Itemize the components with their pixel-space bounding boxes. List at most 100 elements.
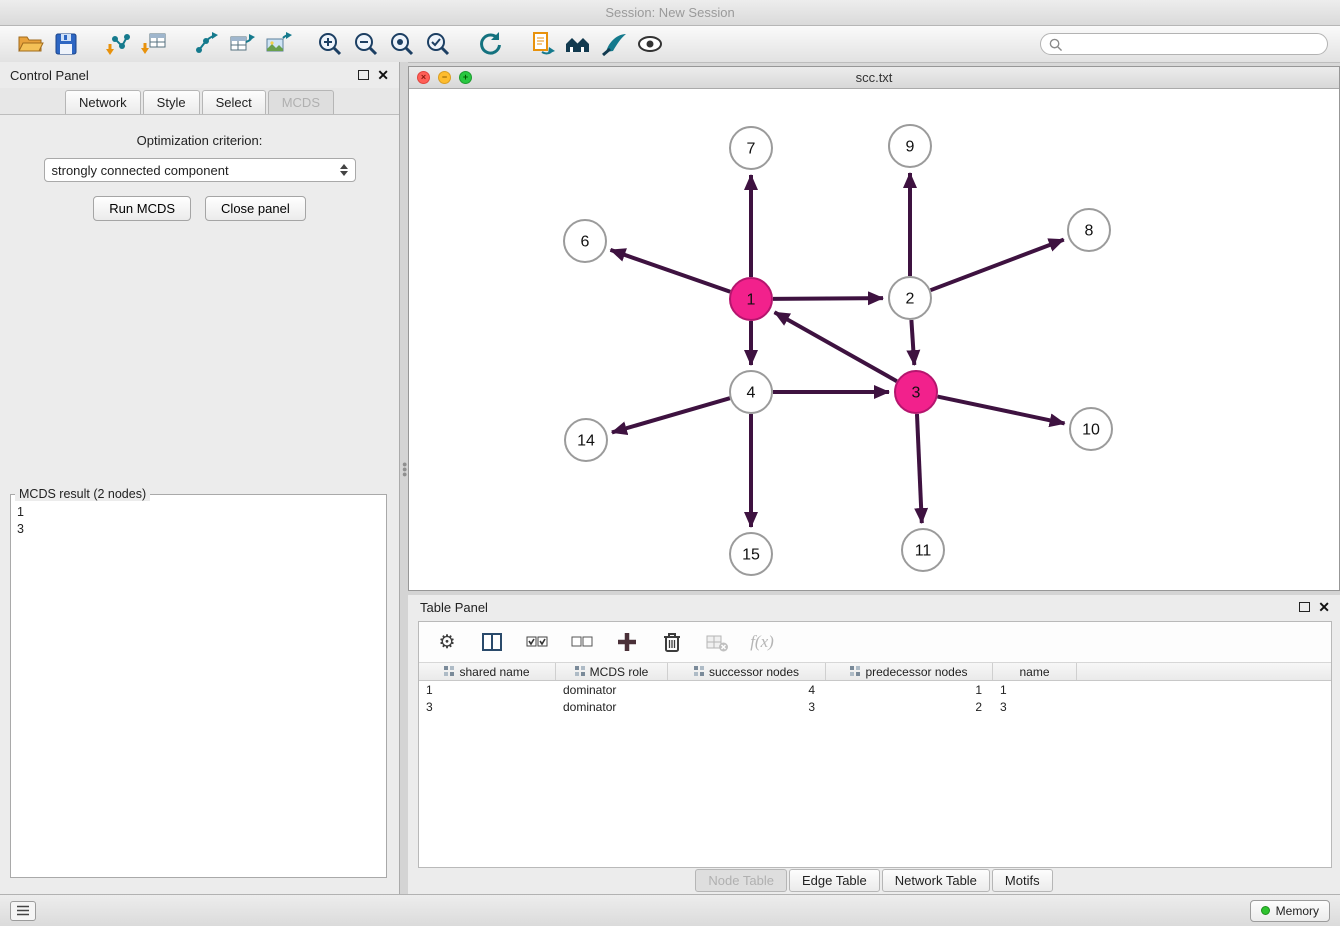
memory-label: Memory [1276,904,1319,918]
style-brush-button[interactable] [596,29,632,59]
graph-node-15[interactable]: 15 [730,533,772,575]
network-window: × − + scc.txt 7968124314101511 [408,66,1340,591]
tab-edge-table[interactable]: Edge Table [789,869,880,892]
network-canvas[interactable]: 7 9 6 8 1 2 4 3 14 10 15 11 [409,89,1339,589]
cell-predecessor-nodes[interactable]: 2 [826,698,993,715]
tab-mcds[interactable]: MCDS [268,90,334,114]
network-graph[interactable]: 7 9 6 8 1 2 4 3 14 10 15 11 [409,89,1339,589]
column-header-name[interactable]: name [993,663,1077,680]
zoom-in-button[interactable] [312,29,348,59]
export-table-button[interactable] [224,29,260,59]
close-table-panel-icon[interactable]: ✕ [1318,600,1330,614]
column-header-predecessor-nodes[interactable]: predecessor nodes [826,663,993,680]
search-box[interactable] [1040,33,1328,55]
export-image-button[interactable] [260,29,296,59]
cell-predecessor-nodes[interactable]: 1 [826,681,993,698]
criterion-dropdown[interactable]: strongly connected component [44,158,356,182]
tab-select[interactable]: Select [202,90,266,114]
deselect-all-columns-button[interactable] [568,628,596,656]
select-all-columns-button[interactable] [523,628,551,656]
graph-node-3[interactable]: 3 [895,371,937,413]
window-minimize-button[interactable]: − [438,71,451,84]
graph-edge-1-2[interactable] [773,298,883,299]
cell-shared-name[interactable]: 1 [419,681,556,698]
eye-icon [636,30,664,58]
run-mcds-button[interactable]: Run MCDS [93,196,191,221]
import-network-icon [104,30,132,58]
table-row[interactable]: 1 dominator 4 1 1 [419,681,1331,698]
svg-text:14: 14 [577,433,595,450]
graph-edge-2-8[interactable] [931,240,1064,291]
tab-node-table[interactable]: Node Table [695,869,787,892]
zoom-out-button[interactable] [348,29,384,59]
control-panel-title: Control Panel [10,68,89,83]
vertical-splitter[interactable]: ●●● [400,62,408,894]
graph-node-14[interactable]: 14 [565,419,607,461]
graph-node-4[interactable]: 4 [730,371,772,413]
show-graphics-button[interactable] [632,29,668,59]
create-column-button[interactable] [613,628,641,656]
column-header-successor-nodes[interactable]: successor nodes [668,663,826,680]
graph-edge-3-11[interactable] [917,414,922,523]
dropdown-stepper-icon [340,164,348,176]
graph-node-8[interactable]: 8 [1068,209,1110,251]
tab-network-table[interactable]: Network Table [882,869,990,892]
graph-node-7[interactable]: 7 [730,127,772,169]
close-panel-icon[interactable]: ✕ [377,68,389,82]
cell-mcds-role[interactable]: dominator [556,681,668,698]
table-row[interactable]: 3 dominator 3 2 3 [419,698,1331,715]
export-network-button[interactable] [188,29,224,59]
show-columns-button[interactable] [478,628,506,656]
svg-text:1: 1 [747,292,756,309]
export-table-icon [228,30,256,58]
memory-button[interactable]: Memory [1250,900,1330,922]
svg-text:2: 2 [906,291,915,308]
cell-name[interactable]: 1 [993,681,1077,698]
graph-edge-3-10[interactable] [938,397,1065,424]
column-header-mcds-role[interactable]: MCDS role [556,663,668,680]
graph-node-2[interactable]: 2 [889,277,931,319]
import-table-button[interactable] [136,29,172,59]
close-panel-button[interactable]: Close panel [205,196,306,221]
open-session-button[interactable] [12,29,48,59]
window-close-button[interactable]: × [417,71,430,84]
table-header-row: shared name MCDS role successor nodes pr… [419,662,1331,681]
refresh-view-button[interactable] [472,29,508,59]
graph-edge-4-14[interactable] [612,398,730,432]
cell-successor-nodes[interactable]: 3 [668,698,826,715]
import-network-button[interactable] [100,29,136,59]
column-header-shared-name[interactable]: shared name [419,663,556,680]
tab-motifs[interactable]: Motifs [992,869,1053,892]
tab-style[interactable]: Style [143,90,200,114]
task-history-button[interactable] [10,901,36,921]
clone-network-button[interactable] [524,29,560,59]
open-folder-icon [16,30,44,58]
import-table-icon [140,30,168,58]
cell-mcds-role[interactable]: dominator [556,698,668,715]
cell-shared-name[interactable]: 3 [419,698,556,715]
search-input[interactable] [1067,37,1319,51]
network-overview-button[interactable] [560,29,596,59]
cell-successor-nodes[interactable]: 4 [668,681,826,698]
svg-text:10: 10 [1082,422,1100,439]
zoom-fit-button[interactable] [384,29,420,59]
window-zoom-button[interactable]: + [459,71,472,84]
float-panel-icon[interactable] [358,70,369,80]
graph-node-6[interactable]: 6 [564,220,606,262]
graph-node-10[interactable]: 10 [1070,408,1112,450]
graph-node-1[interactable]: 1 [730,278,772,320]
houses-icon [564,30,592,58]
graph-edge-3-1[interactable] [775,312,897,381]
tab-network[interactable]: Network [65,90,141,114]
delete-column-button[interactable] [658,628,686,656]
graph-edge-1-6[interactable] [610,250,730,292]
graph-node-9[interactable]: 9 [889,125,931,167]
list-icon [16,905,30,916]
zoom-selected-button[interactable] [420,29,456,59]
float-table-panel-icon[interactable] [1299,602,1310,612]
graph-node-11[interactable]: 11 [902,529,944,571]
cell-name[interactable]: 3 [993,698,1077,715]
save-session-button[interactable] [48,29,84,59]
table-settings-button[interactable]: ⚙ [433,628,461,656]
graph-edge-2-3[interactable] [911,320,914,365]
